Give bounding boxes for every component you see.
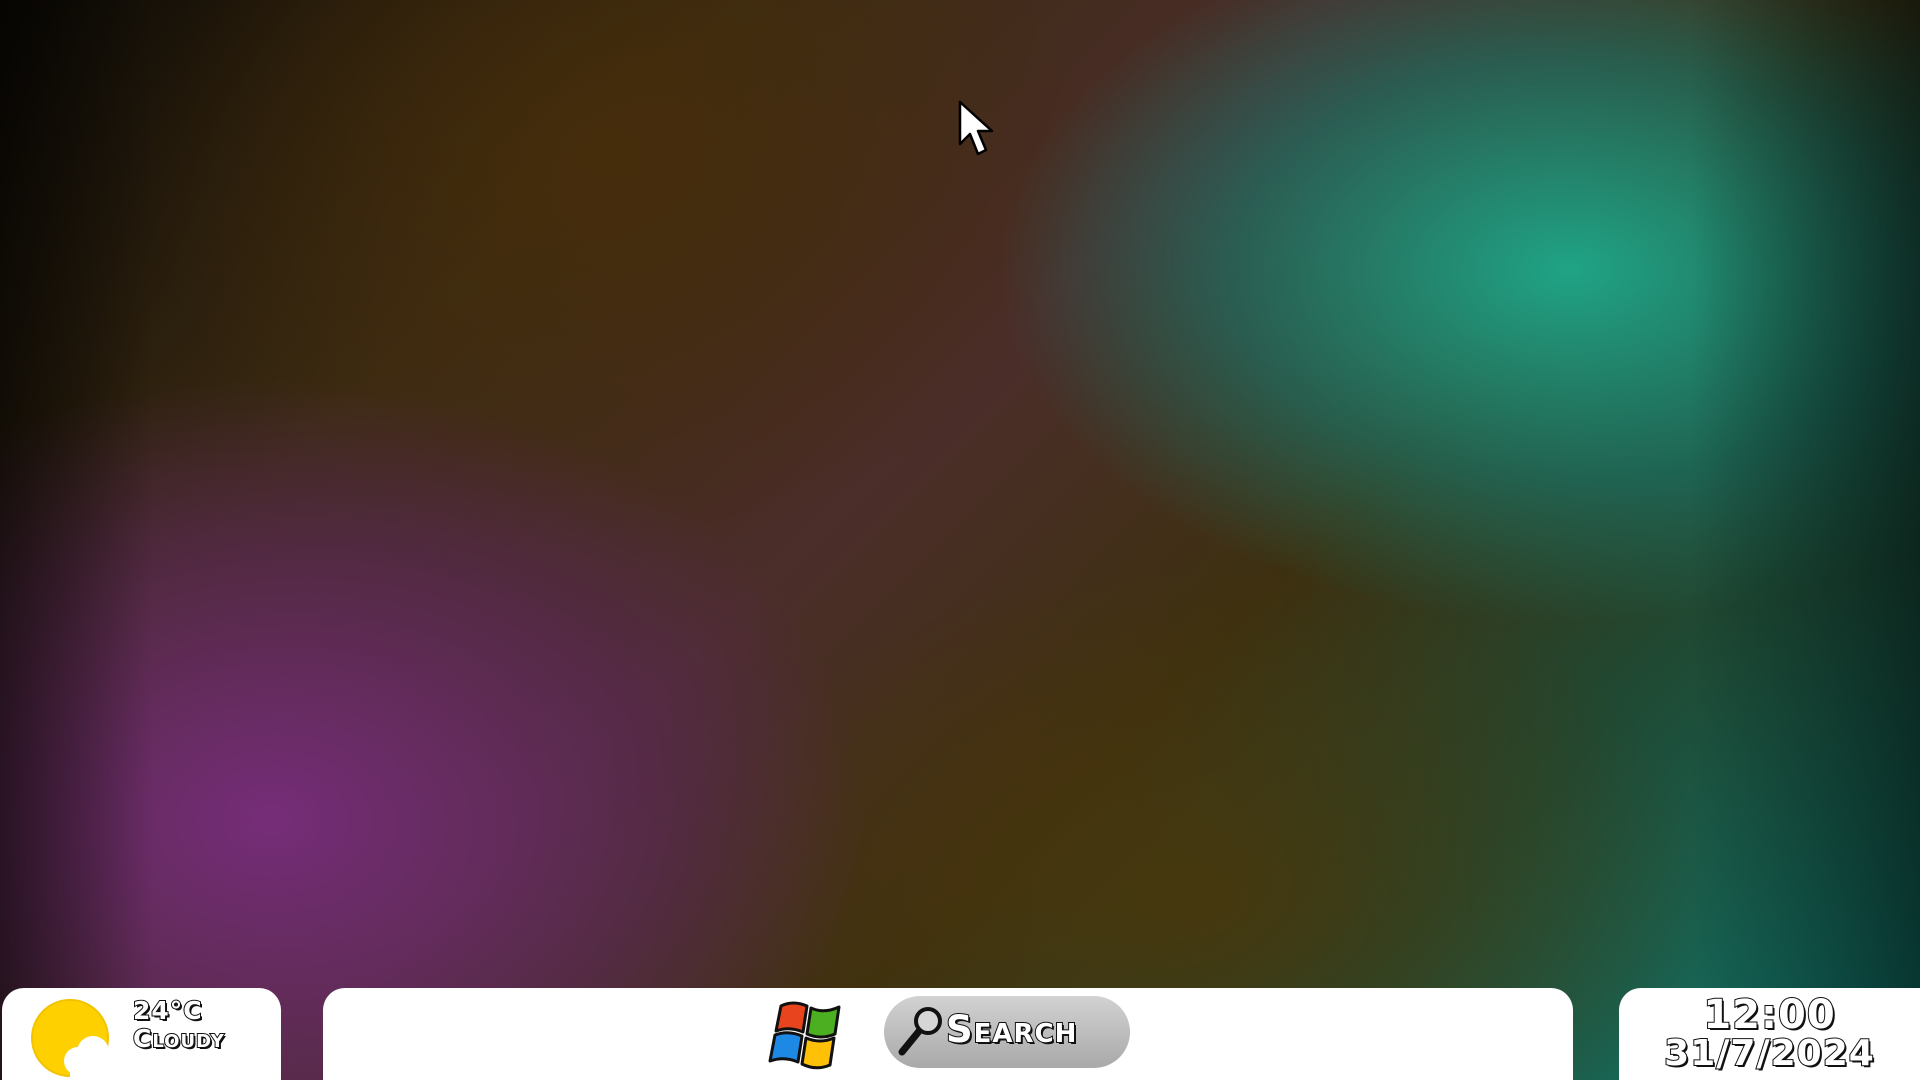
windows-logo-icon bbox=[768, 1001, 841, 1070]
search-button[interactable]: Search bbox=[884, 996, 1130, 1068]
search-label: Search bbox=[945, 1007, 1078, 1052]
partly-cloudy-icon bbox=[31, 999, 114, 1082]
weather-condition: Cloudy bbox=[132, 1023, 225, 1054]
weather-widget[interactable]: 24°C Cloudy bbox=[2, 988, 281, 1082]
clock-widget[interactable]: 12:00 31/7/2024 bbox=[1619, 988, 1920, 1080]
weather-temperature: 24°C bbox=[132, 995, 203, 1026]
clock-date: 31/7/2024 bbox=[1663, 1032, 1875, 1075]
start-button[interactable] bbox=[767, 994, 851, 1074]
magnifier-icon bbox=[898, 1007, 942, 1056]
clock-time: 12:00 bbox=[1702, 991, 1836, 1039]
taskbar: Search bbox=[323, 988, 1573, 1080]
desktop-background[interactable] bbox=[0, 0, 1920, 1080]
